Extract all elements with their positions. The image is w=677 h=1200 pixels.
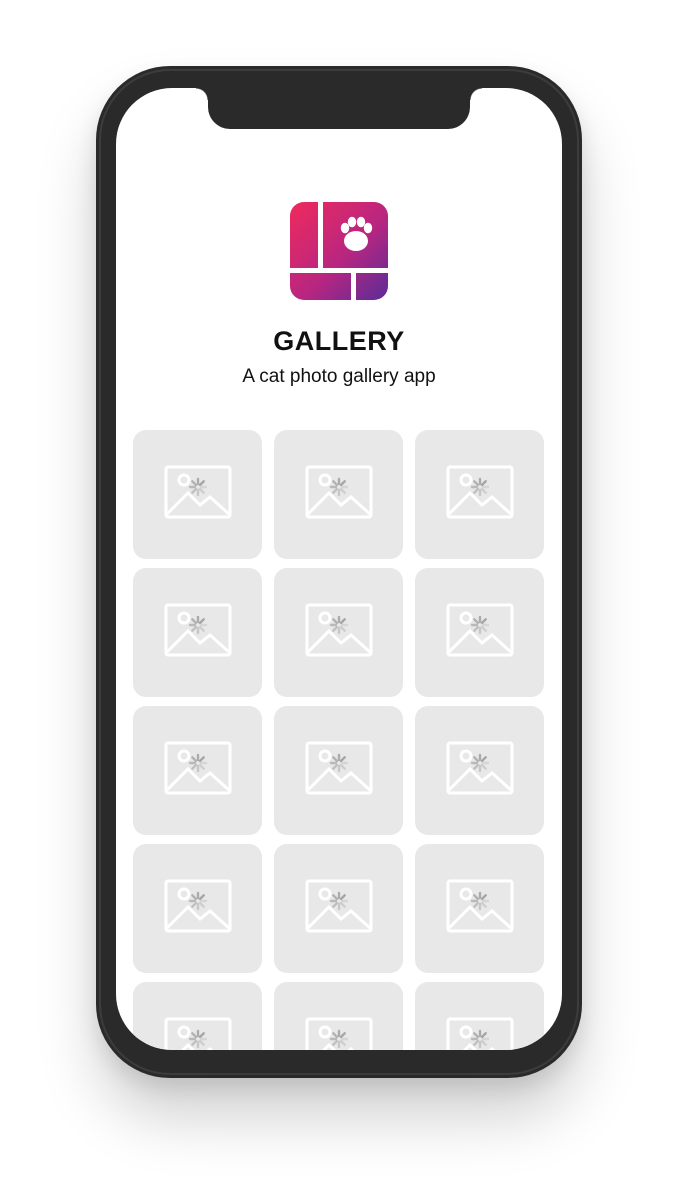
app-screen: GALLERY A cat photo gallery app: [116, 88, 562, 1050]
gallery-tile[interactable]: [133, 844, 262, 973]
image-loading-placeholder-icon: [446, 877, 514, 940]
image-loading-placeholder-icon: [305, 877, 373, 940]
gallery-grid: [133, 430, 545, 1050]
gallery-tile[interactable]: [415, 430, 544, 559]
gallery-tile[interactable]: [133, 706, 262, 835]
gallery-tile[interactable]: [415, 844, 544, 973]
gallery-tile[interactable]: [133, 982, 262, 1050]
gallery-tile[interactable]: [274, 844, 403, 973]
gallery-tile[interactable]: [133, 430, 262, 559]
gallery-tile[interactable]: [415, 982, 544, 1050]
image-loading-placeholder-icon: [164, 601, 232, 664]
gallery-tile[interactable]: [274, 430, 403, 559]
gallery-tile[interactable]: [133, 568, 262, 697]
image-loading-placeholder-icon: [164, 463, 232, 526]
phone-frame: GALLERY A cat photo gallery app: [96, 66, 582, 1078]
gallery-tile[interactable]: [415, 568, 544, 697]
image-loading-placeholder-icon: [164, 877, 232, 940]
image-loading-placeholder-icon: [164, 1015, 232, 1050]
image-loading-placeholder-icon: [164, 739, 232, 802]
image-loading-placeholder-icon: [305, 1015, 373, 1050]
gallery-tile[interactable]: [415, 706, 544, 835]
gallery-tile[interactable]: [274, 982, 403, 1050]
app-logo-icon: [290, 202, 388, 300]
app-subtitle: A cat photo gallery app: [242, 366, 436, 387]
image-loading-placeholder-icon: [305, 601, 373, 664]
image-loading-placeholder-icon: [305, 739, 373, 802]
image-loading-placeholder-icon: [305, 463, 373, 526]
app-title: GALLERY: [273, 326, 405, 356]
notch: [196, 88, 482, 129]
image-loading-placeholder-icon: [446, 601, 514, 664]
gallery-tile[interactable]: [274, 706, 403, 835]
image-loading-placeholder-icon: [446, 739, 514, 802]
image-loading-placeholder-icon: [446, 463, 514, 526]
gallery-tile[interactable]: [274, 568, 403, 697]
image-loading-placeholder-icon: [446, 1015, 514, 1050]
